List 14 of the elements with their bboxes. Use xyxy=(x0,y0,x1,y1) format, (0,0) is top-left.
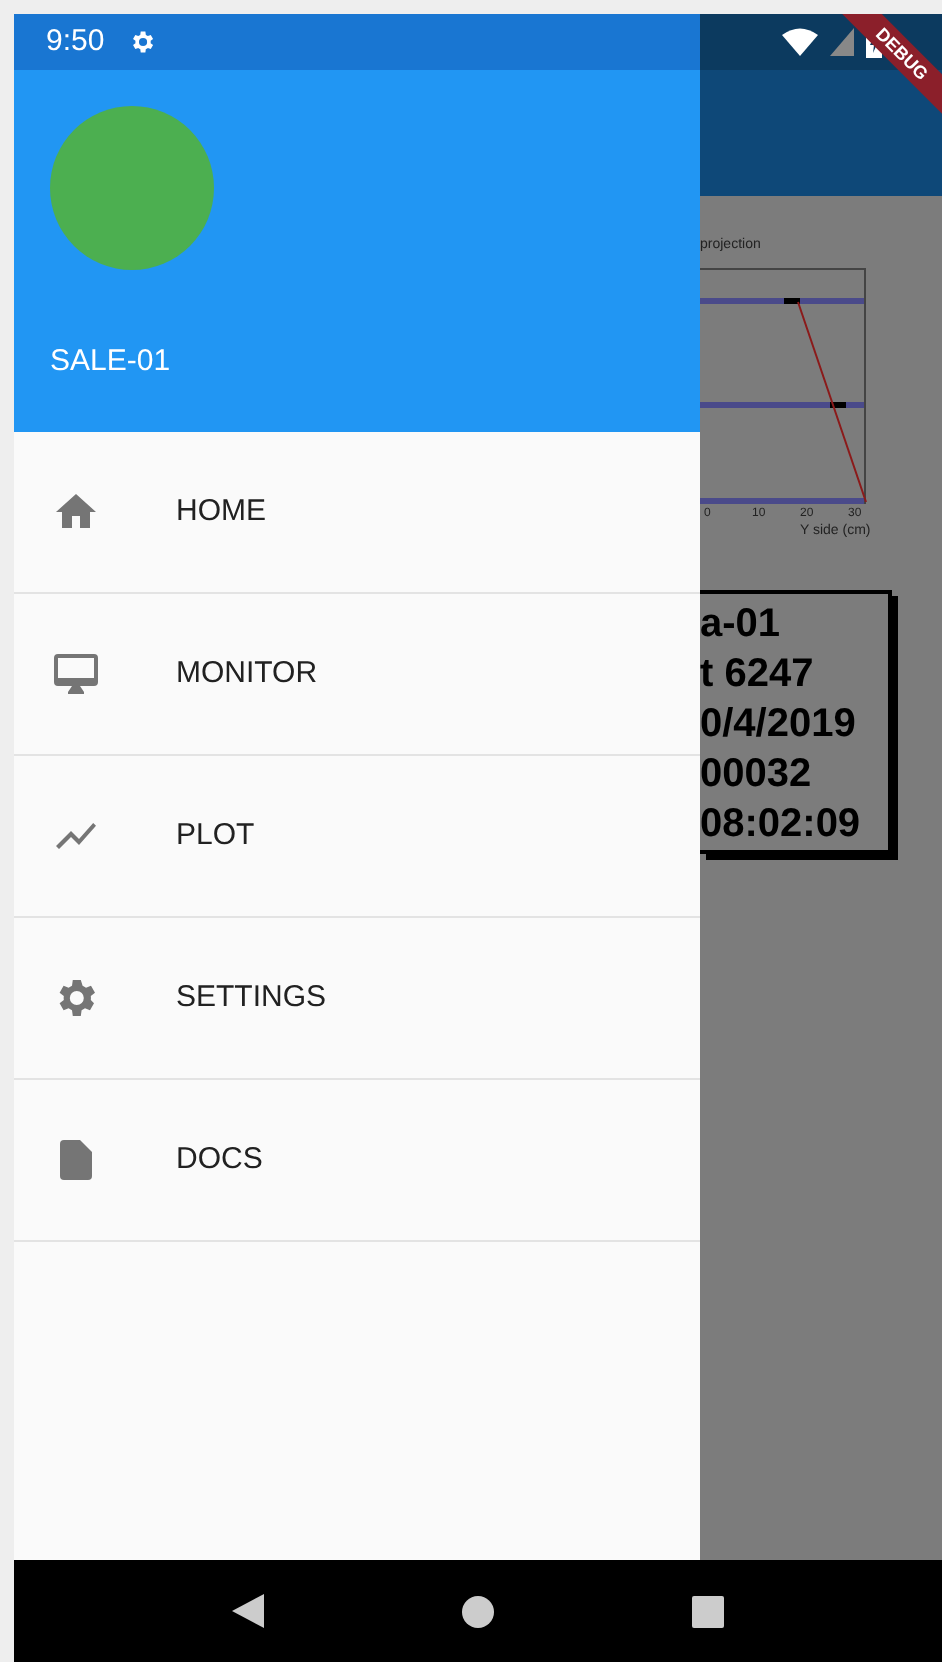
info-line: 08:02:09 xyxy=(700,800,861,850)
header-title: SALE-01 xyxy=(50,341,171,381)
info-line: 0/4/2019 xyxy=(700,700,856,750)
signal-icon xyxy=(830,28,854,56)
wifi-icon xyxy=(782,28,818,56)
monitor-icon xyxy=(52,650,100,698)
back-icon[interactable] xyxy=(232,1594,265,1628)
info-line: a-01 xyxy=(700,600,781,650)
recents-icon[interactable] xyxy=(691,1595,724,1627)
info-line: 00032 xyxy=(700,750,812,800)
gear-icon xyxy=(128,28,157,56)
home-icon[interactable] xyxy=(461,1595,494,1627)
info-line: t 6247 xyxy=(700,650,814,700)
status-time: 9:50 xyxy=(46,21,105,62)
